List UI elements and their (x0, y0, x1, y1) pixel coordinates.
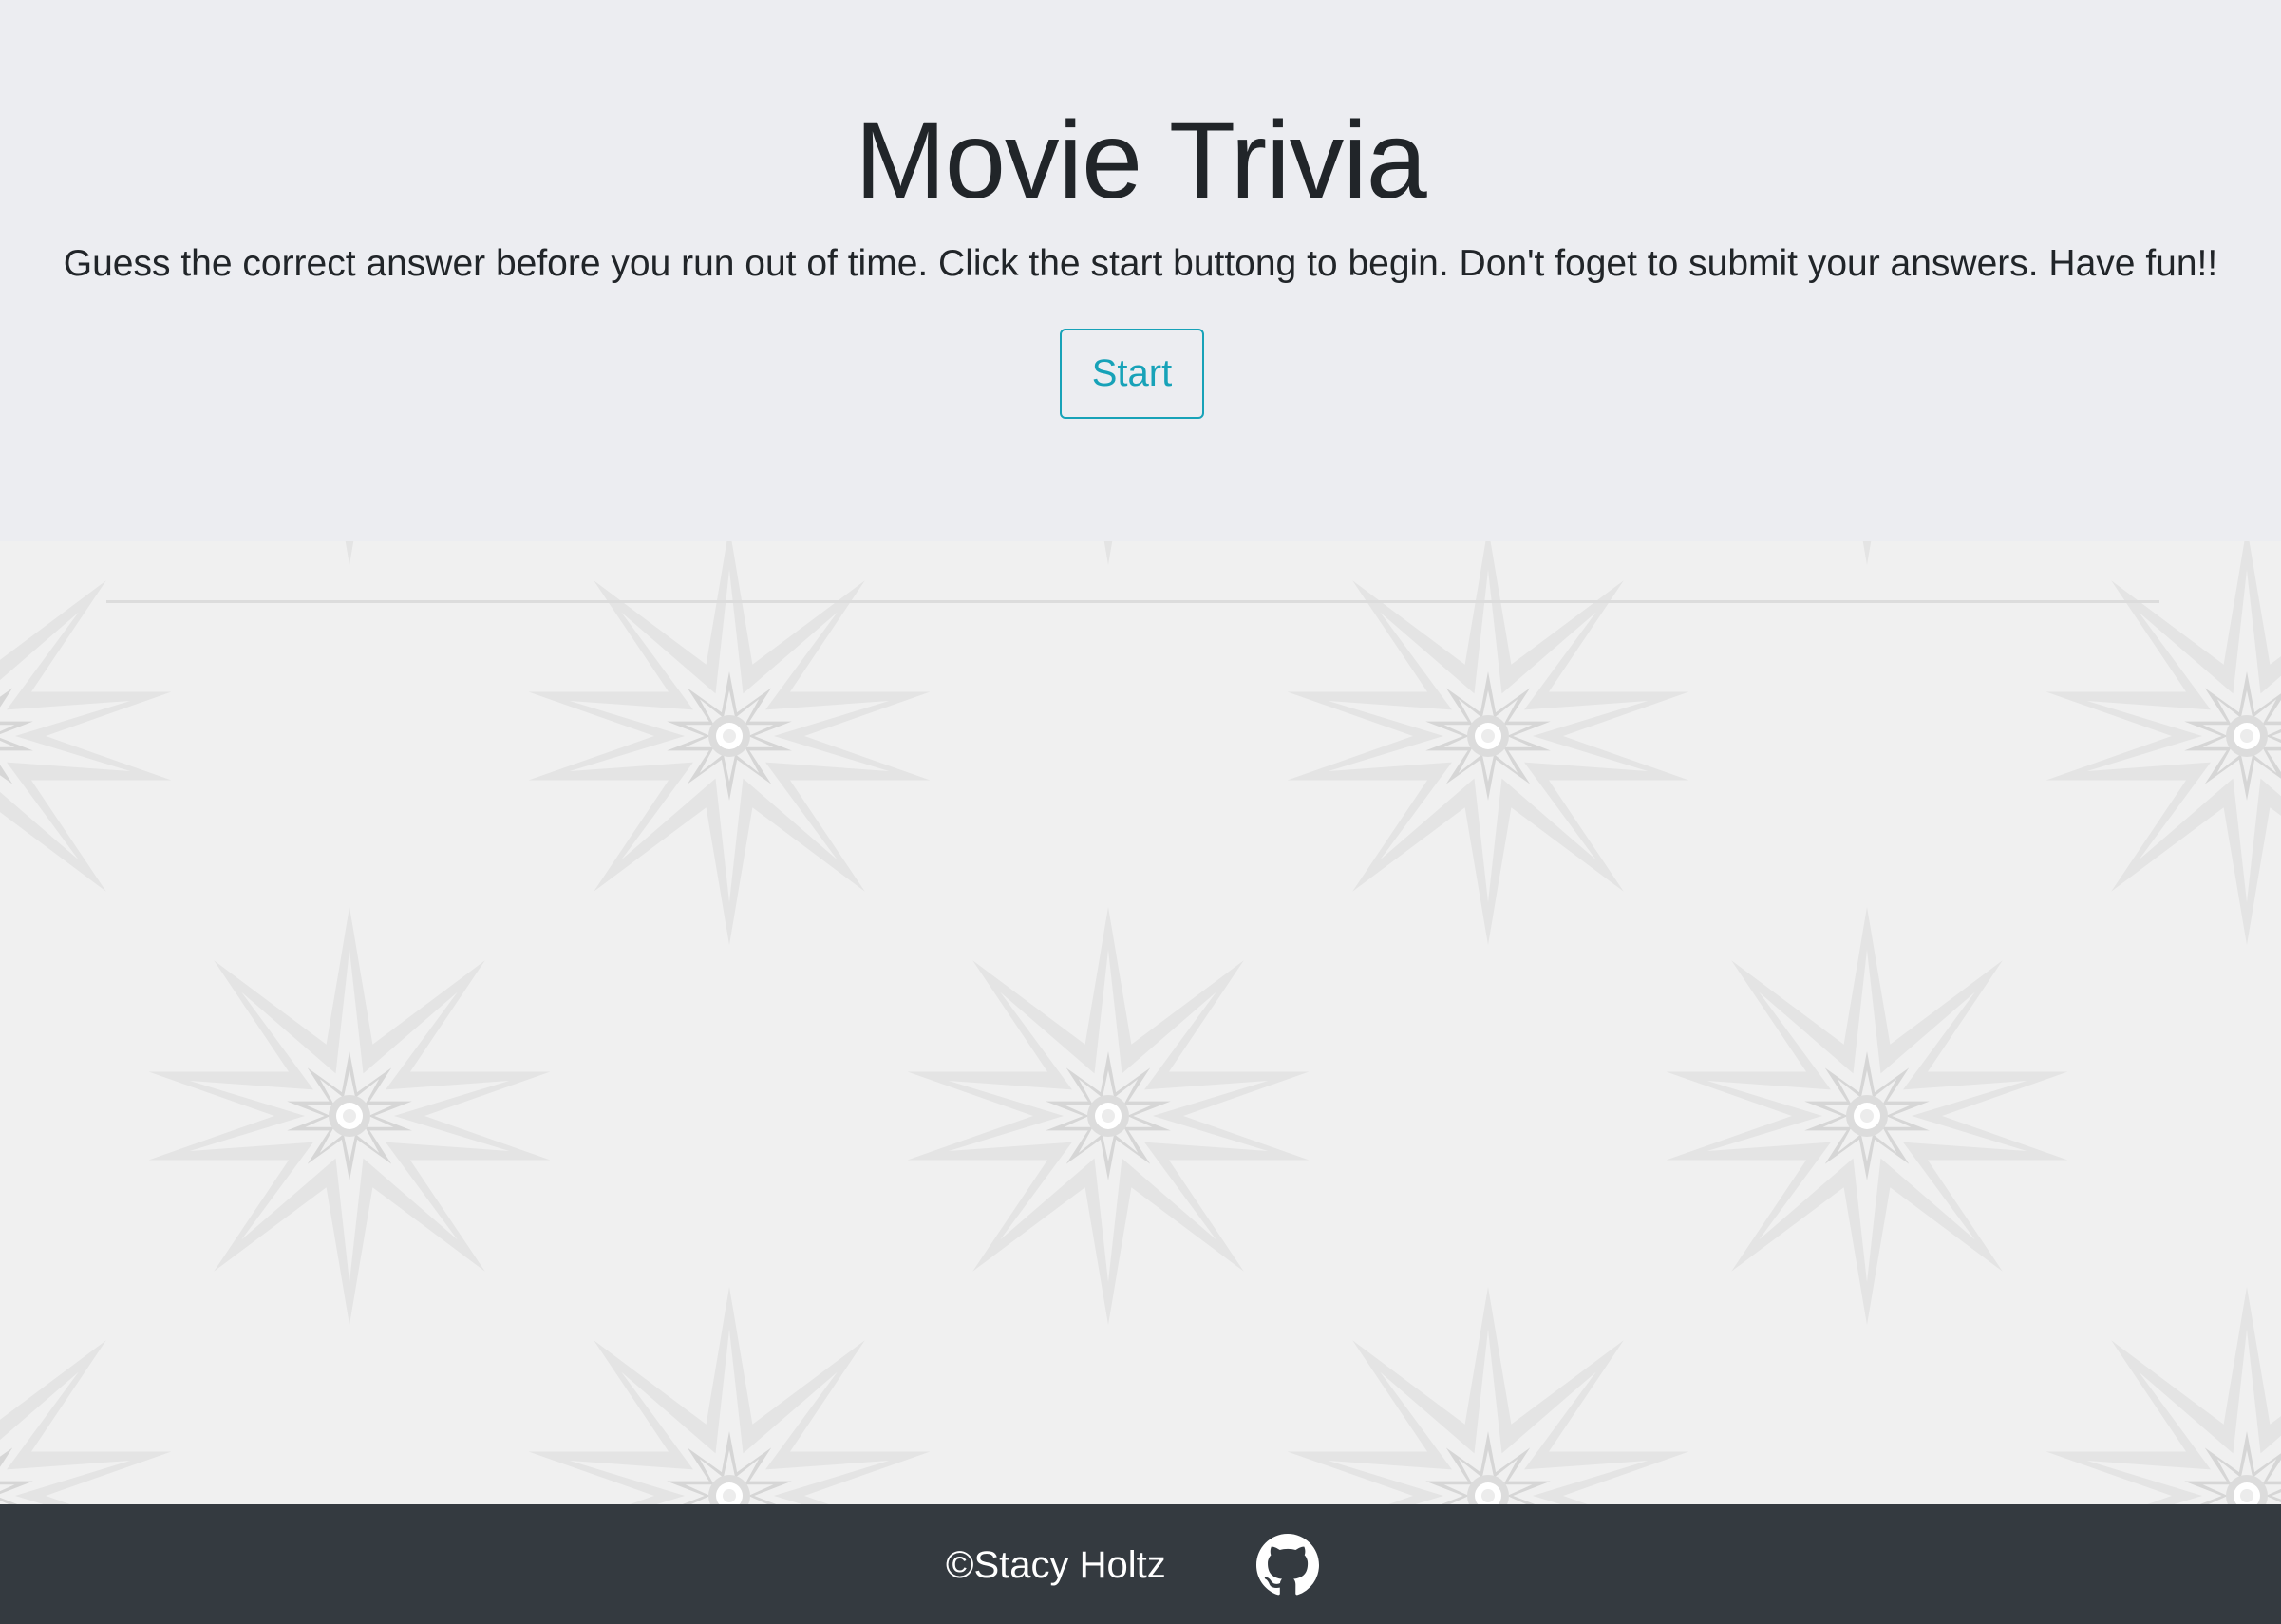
page-title: Movie Trivia (855, 100, 1426, 221)
start-button[interactable]: Start (1060, 329, 1204, 419)
github-icon (1256, 1534, 1319, 1596)
pattern-row-3 (0, 1287, 2281, 1504)
intro-text: Guess the correct answer before you run … (63, 243, 2218, 284)
background-pattern (0, 541, 2281, 1504)
pattern-row-0 (148, 541, 2068, 565)
copyright-text: ©Stacy Holtz (946, 1544, 1166, 1586)
jumbotron: Movie Trivia Guess the correct answer be… (0, 0, 2281, 541)
divider (106, 600, 2159, 603)
pattern-row-2 (148, 907, 2068, 1325)
page: Movie Trivia Guess the correct answer be… (0, 0, 2281, 1624)
github-link[interactable] (1256, 1534, 1319, 1596)
